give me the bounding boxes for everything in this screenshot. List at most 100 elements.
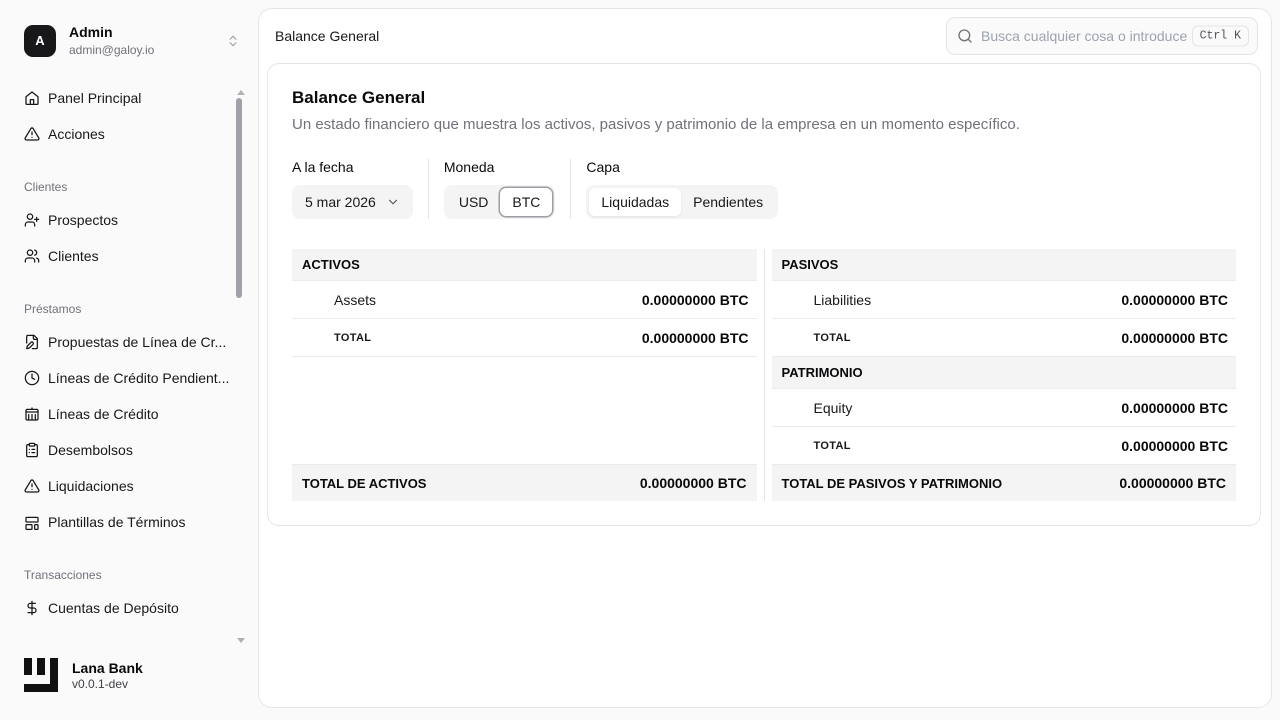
user-plus-icon [24,212,40,228]
table-row-equity: Equity 0.00000000 BTC [772,389,1237,427]
currency-option-btc[interactable]: BTC [500,188,552,216]
layout-template-icon [24,514,40,530]
layer-option-pendientes[interactable]: Pendientes [681,188,775,216]
filter-currency-label: Moneda [444,159,556,175]
brand-footer: Lana Bank v0.0.1-dev [24,658,143,694]
search-box[interactable]: Ctrl K [946,17,1258,55]
sidebar-item-label: Liquidaciones [48,478,134,494]
row-value: 0.00000000 BTC [642,292,749,308]
avatar: A [24,25,56,57]
sidebar-item-lineas-credito-pendientes[interactable]: Líneas de Crédito Pendient... [24,366,242,390]
sidebar-item-desembolsos[interactable]: Desembolsos [24,438,242,462]
keyboard-shortcut-badge: Ctrl K [1192,26,1249,47]
row-value: 0.00000000 BTC [1121,330,1228,346]
sidebar-section-prestamos: Préstamos [24,302,242,316]
filter-divider [428,159,429,219]
footer-label: TOTAL DE ACTIVOS [302,476,426,491]
row-value: 0.00000000 BTC [1121,292,1228,308]
row-label: Equity [814,400,853,416]
chevrons-up-down-icon[interactable] [224,32,242,50]
sidebar-scrollbar-thumb[interactable] [236,98,242,298]
scrollbar-down-arrow[interactable] [237,638,245,643]
filters-bar: A la fecha 5 mar 2026 Moneda USD BTC [292,159,1236,219]
clock-icon [24,370,40,386]
user-name: Admin [69,24,224,42]
section-header-pasivos: PASIVOS [772,249,1237,281]
sidebar-nav: Panel Principal Acciones Clientes Prospe… [0,58,258,620]
sidebar-item-prospectos[interactable]: Prospectos [24,208,242,232]
sidebar-item-acciones[interactable]: Acciones [24,122,242,146]
filter-currency: Moneda USD BTC [444,159,556,219]
section-header-label: PATRIMONIO [782,365,863,380]
row-value: 0.00000000 BTC [1121,400,1228,416]
currency-segmented-control: USD BTC [444,185,556,219]
footer-value: 0.00000000 BTC [1119,475,1226,491]
balance-sheet-card: Balance General Un estado financiero que… [267,63,1261,526]
sidebar-item-label: Plantillas de Términos [48,514,185,530]
date-select-button[interactable]: 5 mar 2026 [292,185,413,219]
row-value: 0.00000000 BTC [642,330,749,346]
table-column-divider [764,249,765,501]
user-menu[interactable]: A Admin admin@galoy.io [0,0,258,58]
sidebar-item-label: Propuestas de Línea de Cr... [48,334,226,350]
sidebar-item-liquidaciones[interactable]: Liquidaciones [24,474,242,498]
table-row-total-pasivos: TOTAL 0.00000000 BTC [772,319,1237,357]
breadcrumb[interactable]: Balance General [275,28,379,44]
filter-divider [570,159,571,219]
filter-layer-label: Capa [586,159,778,175]
search-icon [957,28,973,44]
date-value: 5 mar 2026 [305,194,376,210]
layer-segmented-control: Liquidadas Pendientes [586,185,778,219]
sidebar-item-label: Acciones [48,126,105,142]
layer-option-liquidadas[interactable]: Liquidadas [589,188,681,216]
main-panel: Balance General Ctrl K Balance General U… [258,8,1272,708]
chevron-down-icon [386,195,400,209]
sidebar: A Admin admin@galoy.io Panel Principal A… [0,0,258,720]
table-row-total-activos: TOTAL 0.00000000 BTC [292,319,757,357]
footer-value: 0.00000000 BTC [640,475,747,491]
alert-triangle-icon [24,478,40,494]
sidebar-item-clientes[interactable]: Clientes [24,244,242,268]
users-icon [24,248,40,264]
sidebar-item-label: Prospectos [48,212,118,228]
balance-tables: ACTIVOS Assets 0.00000000 BTC TOTAL 0.00… [292,249,1236,501]
sidebar-item-label: Líneas de Crédito [48,406,159,422]
sidebar-item-propuestas-linea-credito[interactable]: Propuestas de Línea de Cr... [24,330,242,354]
footer-label: TOTAL DE PASIVOS Y PATRIMONIO [782,476,1003,491]
currency-option-usd[interactable]: USD [447,188,501,216]
table-row-liabilities: Liabilities 0.00000000 BTC [772,281,1237,319]
section-header-activos: ACTIVOS [292,249,757,281]
liabilities-equity-table: PASIVOS Liabilities 0.00000000 BTC TOTAL… [772,249,1237,501]
row-value: 0.00000000 BTC [1121,438,1228,454]
section-header-label: PASIVOS [782,257,839,272]
table-spacer [292,357,757,465]
dollar-icon [24,600,40,616]
row-label: TOTAL [814,332,851,344]
bank-icon [24,406,40,422]
assets-table: ACTIVOS Assets 0.00000000 BTC TOTAL 0.00… [292,249,757,501]
page-title: Balance General [292,88,1236,108]
sidebar-item-lineas-credito[interactable]: Líneas de Crédito [24,402,242,426]
filter-date-label: A la fecha [292,159,413,175]
lana-bank-logo-icon [24,658,60,694]
scrollbar-up-arrow[interactable] [237,90,245,95]
table-row-assets: Assets 0.00000000 BTC [292,281,757,319]
brand-version: v0.0.1-dev [72,677,143,693]
file-pen-icon [24,334,40,350]
sidebar-item-cuentas-deposito[interactable]: Cuentas de Depósito [24,596,242,620]
user-email: admin@galoy.io [69,43,224,58]
page-description: Un estado financiero que muestra los act… [292,116,1236,133]
alert-triangle-icon [24,126,40,142]
sidebar-section-transacciones: Transacciones [24,568,242,582]
section-header-label: ACTIVOS [302,257,360,272]
sidebar-item-label: Clientes [48,248,99,264]
sidebar-item-label: Panel Principal [48,90,141,106]
sidebar-item-plantillas-terminos[interactable]: Plantillas de Términos [24,510,242,534]
sidebar-item-panel-principal[interactable]: Panel Principal [24,86,242,110]
sidebar-item-label: Líneas de Crédito Pendient... [48,370,229,386]
row-label: TOTAL [814,440,851,452]
table-row-total-patrimonio: TOTAL 0.00000000 BTC [772,427,1237,465]
sidebar-item-label: Desembolsos [48,442,133,458]
section-header-patrimonio: PATRIMONIO [772,357,1237,389]
row-label: TOTAL [334,332,371,344]
